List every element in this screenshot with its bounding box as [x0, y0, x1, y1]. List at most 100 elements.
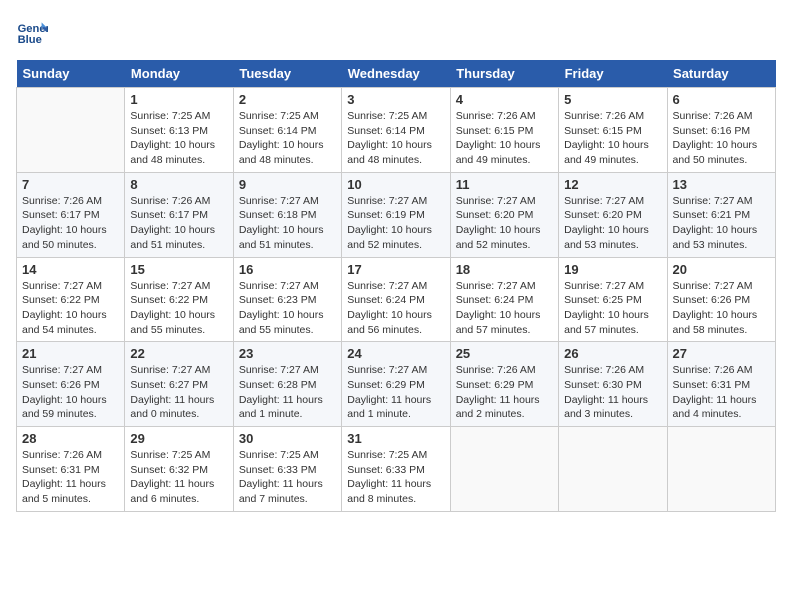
calendar-cell: 2Sunrise: 7:25 AM Sunset: 6:14 PM Daylig… — [233, 88, 341, 173]
day-number: 4 — [456, 92, 553, 107]
calendar-cell: 24 Sunrise: 7:27 AM Sunset: 6:29 PM Dayli… — [342, 342, 450, 427]
calendar-cell: 27 Sunrise: 7:26 AM Sunset: 6:31 PM Dayli… — [667, 342, 775, 427]
day-info: Sunrise: 7:27 AM Sunset: 6:28 PM Dayligh… — [239, 363, 336, 422]
day-number: 7 — [22, 177, 119, 192]
day-info: Sunrise: 7:27 AM Sunset: 6:27 PM Dayligh… — [130, 363, 227, 422]
day-number: 21 — [22, 346, 119, 361]
day-info: Sunrise: 7:27 AM Sunset: 6:22 PM Dayligh… — [130, 279, 227, 338]
calendar-cell — [17, 88, 125, 173]
day-number: 1 — [130, 92, 227, 107]
day-info: Sunrise: 7:27 AM Sunset: 6:18 PM Dayligh… — [239, 194, 336, 253]
calendar-cell: 30 Sunrise: 7:25 AM Sunset: 6:33 PM Dayli… — [233, 427, 341, 512]
calendar-cell: 8 Sunrise: 7:26 AM Sunset: 6:17 PM Daylig… — [125, 172, 233, 257]
day-number: 29 — [130, 431, 227, 446]
day-info: Sunrise: 7:27 AM Sunset: 6:21 PM Dayligh… — [673, 194, 770, 253]
calendar-cell: 31 Sunrise: 7:25 AM Sunset: 6:33 PM Dayli… — [342, 427, 450, 512]
calendar-cell: 16 Sunrise: 7:27 AM Sunset: 6:23 PM Dayli… — [233, 257, 341, 342]
day-number: 31 — [347, 431, 444, 446]
calendar-cell: 15Sunrise: 7:27 AM Sunset: 6:22 PM Dayli… — [125, 257, 233, 342]
day-number: 12 — [564, 177, 661, 192]
day-info: Sunrise: 7:26 AM Sunset: 6:15 PM Dayligh… — [564, 109, 661, 168]
calendar-cell: 5 Sunrise: 7:26 AM Sunset: 6:15 PM Daylig… — [559, 88, 667, 173]
day-number: 28 — [22, 431, 119, 446]
day-number: 11 — [456, 177, 553, 192]
day-header-tuesday: Tuesday — [233, 60, 341, 88]
day-info: Sunrise: 7:27 AM Sunset: 6:20 PM Dayligh… — [564, 194, 661, 253]
day-number: 14 — [22, 262, 119, 277]
calendar-cell: 14 Sunrise: 7:27 AM Sunset: 6:22 PM Dayli… — [17, 257, 125, 342]
day-info: Sunrise: 7:26 AM Sunset: 6:15 PM Dayligh… — [456, 109, 553, 168]
calendar-cell: 18 Sunrise: 7:27 AM Sunset: 6:24 PM Dayli… — [450, 257, 558, 342]
calendar-cell: 19 Sunrise: 7:27 AM Sunset: 6:25 PM Dayli… — [559, 257, 667, 342]
calendar-cell: 10Sunrise: 7:27 AM Sunset: 6:19 PM Dayli… — [342, 172, 450, 257]
day-info: Sunrise: 7:26 AM Sunset: 6:17 PM Dayligh… — [130, 194, 227, 253]
day-number: 23 — [239, 346, 336, 361]
calendar-cell: 29 Sunrise: 7:25 AM Sunset: 6:32 PM Dayli… — [125, 427, 233, 512]
day-header-friday: Friday — [559, 60, 667, 88]
day-info: Sunrise: 7:27 AM Sunset: 6:24 PM Dayligh… — [456, 279, 553, 338]
calendar-week-row: 14 Sunrise: 7:27 AM Sunset: 6:22 PM Dayli… — [17, 257, 776, 342]
calendar-header-row: SundayMondayTuesdayWednesdayThursdayFrid… — [17, 60, 776, 88]
day-number: 24 — [347, 346, 444, 361]
day-info: Sunrise: 7:27 AM Sunset: 6:23 PM Dayligh… — [239, 279, 336, 338]
calendar-week-row: 1 Sunrise: 7:25 AM Sunset: 6:13 PM Daylig… — [17, 88, 776, 173]
calendar-cell: 26 Sunrise: 7:26 AM Sunset: 6:30 PM Dayli… — [559, 342, 667, 427]
calendar-week-row: 21 Sunrise: 7:27 AM Sunset: 6:26 PM Dayli… — [17, 342, 776, 427]
day-info: Sunrise: 7:27 AM Sunset: 6:26 PM Dayligh… — [673, 279, 770, 338]
header: General Blue — [16, 16, 776, 48]
day-number: 25 — [456, 346, 553, 361]
calendar-body: 1 Sunrise: 7:25 AM Sunset: 6:13 PM Daylig… — [17, 88, 776, 512]
day-number: 18 — [456, 262, 553, 277]
logo: General Blue — [16, 16, 52, 48]
day-number: 13 — [673, 177, 770, 192]
day-header-wednesday: Wednesday — [342, 60, 450, 88]
day-info: Sunrise: 7:25 AM Sunset: 6:33 PM Dayligh… — [347, 448, 444, 507]
day-info: Sunrise: 7:26 AM Sunset: 6:31 PM Dayligh… — [673, 363, 770, 422]
day-info: Sunrise: 7:27 AM Sunset: 6:20 PM Dayligh… — [456, 194, 553, 253]
day-header-thursday: Thursday — [450, 60, 558, 88]
calendar-cell: 4 Sunrise: 7:26 AM Sunset: 6:15 PM Daylig… — [450, 88, 558, 173]
calendar-week-row: 7 Sunrise: 7:26 AM Sunset: 6:17 PM Daylig… — [17, 172, 776, 257]
day-info: Sunrise: 7:26 AM Sunset: 6:30 PM Dayligh… — [564, 363, 661, 422]
day-header-monday: Monday — [125, 60, 233, 88]
calendar-cell: 3 Sunrise: 7:25 AM Sunset: 6:14 PM Daylig… — [342, 88, 450, 173]
calendar-week-row: 28 Sunrise: 7:26 AM Sunset: 6:31 PM Dayli… — [17, 427, 776, 512]
calendar-cell — [559, 427, 667, 512]
day-number: 3 — [347, 92, 444, 107]
day-info: Sunrise: 7:26 AM Sunset: 6:17 PM Dayligh… — [22, 194, 119, 253]
day-number: 19 — [564, 262, 661, 277]
day-info: Sunrise: 7:26 AM Sunset: 6:31 PM Dayligh… — [22, 448, 119, 507]
day-number: 22 — [130, 346, 227, 361]
day-number: 16 — [239, 262, 336, 277]
calendar-cell: 11 Sunrise: 7:27 AM Sunset: 6:20 PM Dayli… — [450, 172, 558, 257]
day-info: Sunrise: 7:25 AM Sunset: 6:33 PM Dayligh… — [239, 448, 336, 507]
day-info: Sunrise: 7:25 AM Sunset: 6:14 PM Dayligh… — [347, 109, 444, 168]
day-number: 8 — [130, 177, 227, 192]
day-info: Sunrise: 7:25 AM Sunset: 6:32 PM Dayligh… — [130, 448, 227, 507]
day-info: Sunrise: 7:27 AM Sunset: 6:29 PM Dayligh… — [347, 363, 444, 422]
day-info: Sunrise: 7:25 AM Sunset: 6:13 PM Dayligh… — [130, 109, 227, 168]
day-number: 5 — [564, 92, 661, 107]
calendar-cell — [667, 427, 775, 512]
svg-text:Blue: Blue — [18, 34, 42, 46]
day-number: 26 — [564, 346, 661, 361]
day-number: 27 — [673, 346, 770, 361]
calendar-cell: 28 Sunrise: 7:26 AM Sunset: 6:31 PM Dayli… — [17, 427, 125, 512]
day-info: Sunrise: 7:27 AM Sunset: 6:26 PM Dayligh… — [22, 363, 119, 422]
day-info: Sunrise: 7:27 AM Sunset: 6:19 PM Dayligh… — [347, 194, 444, 253]
calendar-cell: 23 Sunrise: 7:27 AM Sunset: 6:28 PM Dayli… — [233, 342, 341, 427]
day-number: 30 — [239, 431, 336, 446]
day-info: Sunrise: 7:27 AM Sunset: 6:22 PM Dayligh… — [22, 279, 119, 338]
day-number: 6 — [673, 92, 770, 107]
day-info: Sunrise: 7:27 AM Sunset: 6:24 PM Dayligh… — [347, 279, 444, 338]
calendar-cell: 25 Sunrise: 7:26 AM Sunset: 6:29 PM Dayli… — [450, 342, 558, 427]
day-info: Sunrise: 7:26 AM Sunset: 6:29 PM Dayligh… — [456, 363, 553, 422]
calendar-cell: 9Sunrise: 7:27 AM Sunset: 6:18 PM Daylig… — [233, 172, 341, 257]
day-header-saturday: Saturday — [667, 60, 775, 88]
logo-icon: General Blue — [16, 16, 48, 48]
day-info: Sunrise: 7:27 AM Sunset: 6:25 PM Dayligh… — [564, 279, 661, 338]
day-number: 20 — [673, 262, 770, 277]
calendar-cell: 6Sunrise: 7:26 AM Sunset: 6:16 PM Daylig… — [667, 88, 775, 173]
calendar-cell: 22 Sunrise: 7:27 AM Sunset: 6:27 PM Dayli… — [125, 342, 233, 427]
calendar-cell: 13 Sunrise: 7:27 AM Sunset: 6:21 PM Dayli… — [667, 172, 775, 257]
